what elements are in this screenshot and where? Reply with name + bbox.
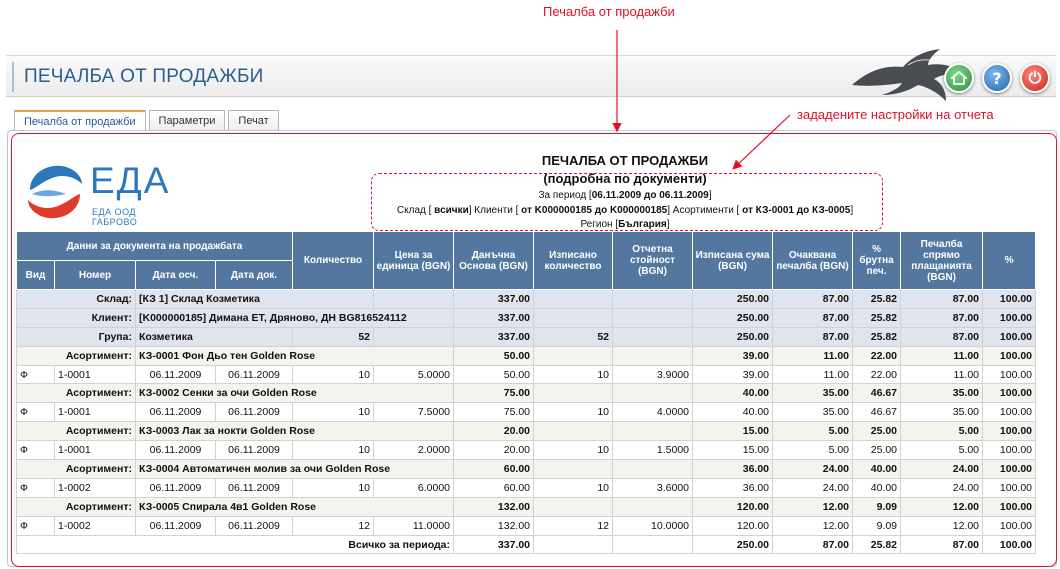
col-pct: % (982, 231, 1037, 290)
table-row: Асортимент: КЗ-0002 Сенки за очи Golden … (16, 383, 1037, 404)
col-quantity: Количество (292, 231, 375, 290)
logout-button[interactable]: ⏻ (1020, 63, 1050, 93)
tab-parameters[interactable]: Параметри (148, 110, 226, 132)
question-mark-icon: ? (992, 68, 1002, 88)
table-row[interactable]: Ф 1-0002 06.11.2009 06.11.2009 12 11.000… (16, 515, 1037, 536)
col-date-accounting: Дата осч. (135, 260, 216, 290)
table-row: Асортимент: КЗ-0005 Спирала 4в1 Golden R… (16, 496, 1037, 517)
col-reporting-value: Отчетна стойност (BGN) (612, 231, 694, 290)
home-icon (951, 70, 967, 85)
help-button[interactable]: ? (982, 63, 1012, 93)
col-profit-payments: Печалба спрямо плащанията (BGN) (900, 231, 984, 290)
header-accent-line (12, 62, 14, 92)
table-row: Склад: [КЗ 1] Склад Козметика 337.00 250… (16, 289, 1037, 309)
tab-bar: Печалба от продажби Параметри Печат (14, 110, 279, 133)
col-tax-base: Данъчна Основа (BGN) (453, 231, 535, 290)
col-type: Вид (16, 260, 55, 290)
table-row: Клиент: [K000000185] Димана ЕТ, Дряново,… (16, 307, 1037, 328)
table-total-row: Всичко за периода: 337.00 250.00 87.00 2… (15, 534, 1037, 555)
profit-report-table: Данни за документа на продажбата Количес… (15, 231, 1037, 555)
logo-subtitle: ЕДА ООД ГАБРОВО (92, 207, 138, 227)
table-row: Група: Козметика 52 337.00 52 250.00 87.… (16, 326, 1037, 347)
col-gross-pct: % брутна печ. (852, 231, 902, 290)
col-expected-profit: Очаквана печалба (BGN) (772, 231, 854, 290)
annotation-report-name: Печалба от продажби (543, 4, 675, 19)
table-row: Асортимент: КЗ-0001 Фон Дьо тен Golden R… (16, 345, 1037, 366)
tab-print[interactable]: Печат (228, 110, 279, 132)
table-row[interactable]: Ф 1-0001 06.11.2009 06.11.2009 10 5.0000… (16, 364, 1037, 385)
header-document-data: Данни за документа на продажбата (15, 231, 294, 261)
page-title: ПЕЧАЛБА ОТ ПРОДАЖБИ (24, 66, 264, 87)
report-title: ПЕЧАЛБА ОТ ПРОДАЖБИ (541, 153, 709, 168)
table-row: Асортимент: КЗ-0004 Автоматичен молив за… (16, 459, 1037, 479)
table-row[interactable]: Ф 1-0001 06.11.2009 06.11.2009 10 2.0000… (16, 440, 1037, 461)
home-button[interactable] (944, 63, 974, 93)
table-row: Асортимент: КЗ-0003 Лак за нокти Golden … (16, 421, 1037, 442)
col-written-sum: Изписана сума (BGN) (692, 231, 774, 290)
annotation-report-settings: зададените настройки на отчета (797, 107, 994, 122)
eda-swirl-icon (28, 165, 82, 219)
table-row[interactable]: Ф 1-0002 06.11.2009 06.11.2009 10 6.0000… (16, 477, 1037, 498)
company-logo: ЕДА ЕДА ООД ГАБРОВО (22, 160, 182, 227)
col-qty-written: Изписано количество (533, 231, 614, 290)
logo-name: ЕДА (90, 160, 171, 201)
col-number: Номер (54, 260, 136, 290)
table-row[interactable]: Ф 1-0001 06.11.2009 06.11.2009 10 7.5000… (16, 402, 1037, 423)
settings-highlight-box (371, 173, 883, 231)
col-unit-price: Цена за единица (BGN) (373, 231, 455, 290)
power-icon: ⏻ (1028, 68, 1042, 87)
col-date-document: Дата док. (214, 260, 294, 290)
